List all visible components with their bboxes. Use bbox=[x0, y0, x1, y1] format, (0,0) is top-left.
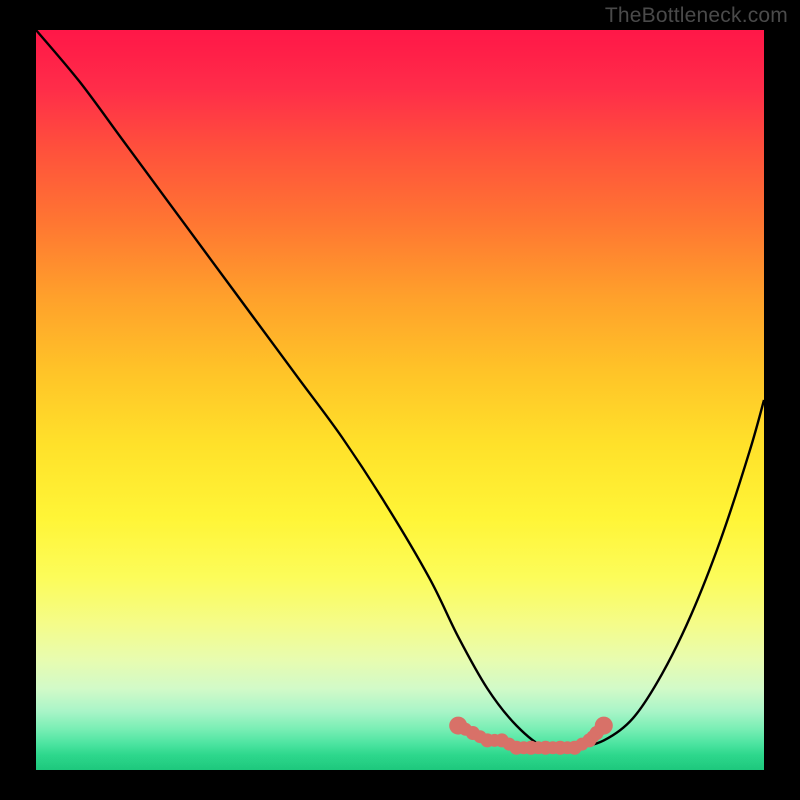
highlight-dots bbox=[449, 717, 613, 755]
chart-svg bbox=[36, 30, 764, 770]
stage: TheBottleneck.com bbox=[0, 0, 800, 800]
main-curve bbox=[36, 30, 764, 750]
highlight-dot bbox=[595, 717, 613, 735]
plot-area bbox=[36, 30, 764, 770]
watermark-text: TheBottleneck.com bbox=[605, 4, 788, 28]
